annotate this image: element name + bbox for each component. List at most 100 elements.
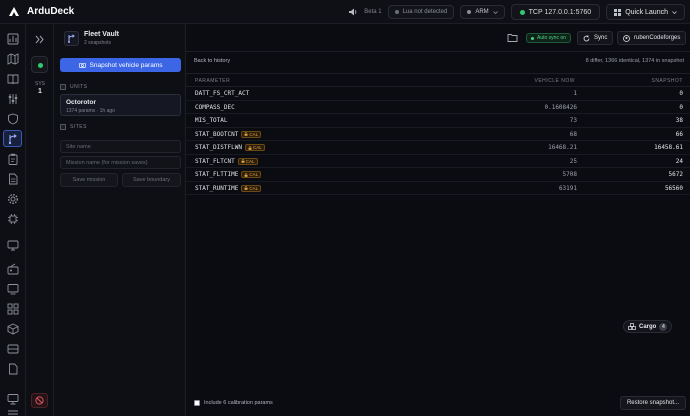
clipboard-icon[interactable] (7, 153, 19, 165)
diff-summary: 8 differ, 1366 identical, 1374 in snapsh… (585, 58, 684, 64)
modules-icon[interactable] (7, 303, 19, 315)
vehicle-value-cell: 68 (569, 130, 577, 138)
site-name-input[interactable]: Site name (60, 140, 181, 153)
table-row[interactable]: DATT_FS_CRT_ACT 1 0 (186, 87, 690, 101)
cube-icon[interactable] (7, 323, 19, 335)
cargo-count-badge: 4 (659, 322, 668, 331)
lua-status-pill[interactable]: Lua not detected (387, 5, 455, 19)
connection-button[interactable]: TCP 127.0.0.1:5760 (510, 4, 601, 20)
refresh-icon (583, 35, 590, 41)
param-name-cell: STAT_DISTFLWN CAL (195, 144, 265, 151)
document-icon[interactable] (7, 173, 19, 185)
checkbox-icon (194, 400, 200, 406)
sys-label: SYS (34, 81, 45, 87)
book-icon[interactable] (7, 73, 19, 85)
panel-subtitle: 2 snapshots (84, 40, 111, 46)
cargo-button[interactable]: Cargo 4 (623, 320, 673, 333)
online-dot-icon (38, 63, 43, 68)
table-row[interactable]: STAT_RUNTIME CAL 63191 56560 (186, 182, 690, 195)
camera-icon (78, 62, 86, 68)
table-row[interactable]: STAT_DISTFLWN CAL 16468.21 16458.61 (186, 141, 690, 155)
table-row[interactable]: MIS_TOTAL 73 38 (186, 114, 690, 128)
cal-label: CAL (245, 158, 255, 164)
param-name: STAT_FLTTIME (195, 171, 239, 178)
cal-label: CAL (252, 145, 262, 150)
back-to-history-link[interactable]: Back to history (194, 58, 230, 64)
units-section-header: UNITS (60, 84, 88, 90)
status-dot-icon (394, 10, 399, 14)
unit-item-octorotor[interactable]: Octorotor 1374 params · 1h ago (60, 94, 181, 116)
snapshot-value-cell: 5672 (668, 171, 683, 178)
table-row[interactable]: STAT_FLTTIME CAL 5708 5672 (186, 168, 690, 182)
cal-label: CAL (249, 185, 259, 191)
radio-icon[interactable] (7, 263, 19, 275)
include-calibration-checkbox[interactable]: Include 6 calibration params (194, 400, 273, 406)
chevron-down-icon (672, 10, 677, 14)
param-name: STAT_DISTFLWN (195, 144, 242, 151)
vehicle-value-cell: 63191 (558, 184, 577, 192)
expand-chevrons-icon[interactable] (35, 35, 44, 44)
connection-text: TCP 127.0.0.1:5760 (528, 8, 592, 16)
cargo-label: Cargo (639, 323, 657, 330)
vehicle-value-cell: 25 (569, 157, 577, 165)
save-mission-button[interactable]: Save mission (60, 173, 118, 187)
sync-dot-icon (531, 36, 534, 40)
chip-icon[interactable] (7, 213, 19, 225)
user-account-button[interactable]: rubenCodeforges (617, 31, 687, 45)
list-icon[interactable] (7, 410, 19, 416)
table-row[interactable]: STAT_BOOTCNT CAL 68 66 (186, 128, 690, 141)
restore-snapshot-button[interactable]: Restore snapshot... (619, 396, 686, 410)
col-header-snapshot: SNAPSHOT (651, 78, 683, 84)
param-name-cell: STAT_RUNTIME CAL (195, 184, 262, 192)
param-name: STAT_BOOTCNT (195, 130, 239, 138)
col-header-vehicle-now: VEHICLE NOW (534, 78, 575, 84)
param-name-cell: COMPASS_DEC (195, 104, 235, 111)
speaker-icon[interactable] (348, 7, 358, 17)
display-icon[interactable] (7, 393, 19, 405)
snapshot-vehicle-params-button[interactable]: Snapshot vehicle params (60, 58, 181, 72)
table-row[interactable]: COMPASS_DEC 0.1608426 0 (186, 101, 690, 114)
vehicle-value-cell: 73 (569, 117, 577, 124)
lock-icon (244, 186, 248, 190)
shield-icon[interactable] (7, 113, 19, 125)
screen-icon[interactable] (7, 283, 19, 295)
param-name: STAT_RUNTIME (195, 184, 239, 192)
snapshot-value-cell: 24 (675, 157, 683, 165)
folder-icon[interactable] (507, 32, 518, 43)
vehicle-value-cell: 0.1608426 (544, 103, 577, 111)
table-row[interactable]: STAT_FLTCNT CAL 25 24 (186, 155, 690, 168)
stop-button[interactable] (31, 393, 48, 408)
ardudeck-logo-icon (9, 6, 19, 16)
beta-label: Beta 1 (364, 9, 382, 15)
fleet-vault-header-icon (64, 31, 79, 46)
quick-launch-button[interactable]: Quick Launch (606, 4, 685, 20)
github-icon (623, 34, 630, 42)
sync-button[interactable]: Sync (577, 31, 614, 45)
mission-name-input[interactable]: Mission name (for mission saves) (60, 156, 181, 169)
fleet-vault-icon[interactable] (7, 133, 19, 145)
auto-sync-label: Auto sync on (537, 35, 566, 41)
snapshot-value-cell: 38 (675, 117, 683, 124)
chevron-down-icon (492, 10, 498, 14)
cal-label: CAL (249, 172, 259, 177)
unit-name: Octorotor (66, 99, 96, 106)
include-calibration-label: Include 6 calibration params (204, 400, 273, 406)
lock-icon (244, 132, 248, 136)
storage-icon[interactable] (7, 343, 19, 355)
monitor-icon[interactable] (7, 239, 19, 251)
gear-icon[interactable] (7, 193, 19, 205)
lock-icon (241, 159, 245, 163)
save-boundary-button[interactable]: Save boundary (122, 173, 181, 187)
file-icon[interactable] (7, 363, 19, 375)
arm-button[interactable]: ARM (460, 5, 505, 19)
dashboard-icon[interactable] (7, 33, 19, 45)
sliders-icon[interactable] (7, 93, 19, 105)
auto-sync-badge[interactable]: Auto sync on (526, 33, 571, 43)
param-name-cell: STAT_BOOTCNT CAL (195, 130, 262, 138)
secondary-rail: SYS 1 (26, 24, 54, 416)
cal-badge: CAL (241, 184, 262, 192)
quick-launch-label: Quick Launch (625, 8, 668, 16)
vehicle-status-indicator[interactable] (31, 56, 48, 73)
lock-icon (248, 145, 252, 150)
map-icon[interactable] (7, 53, 19, 65)
